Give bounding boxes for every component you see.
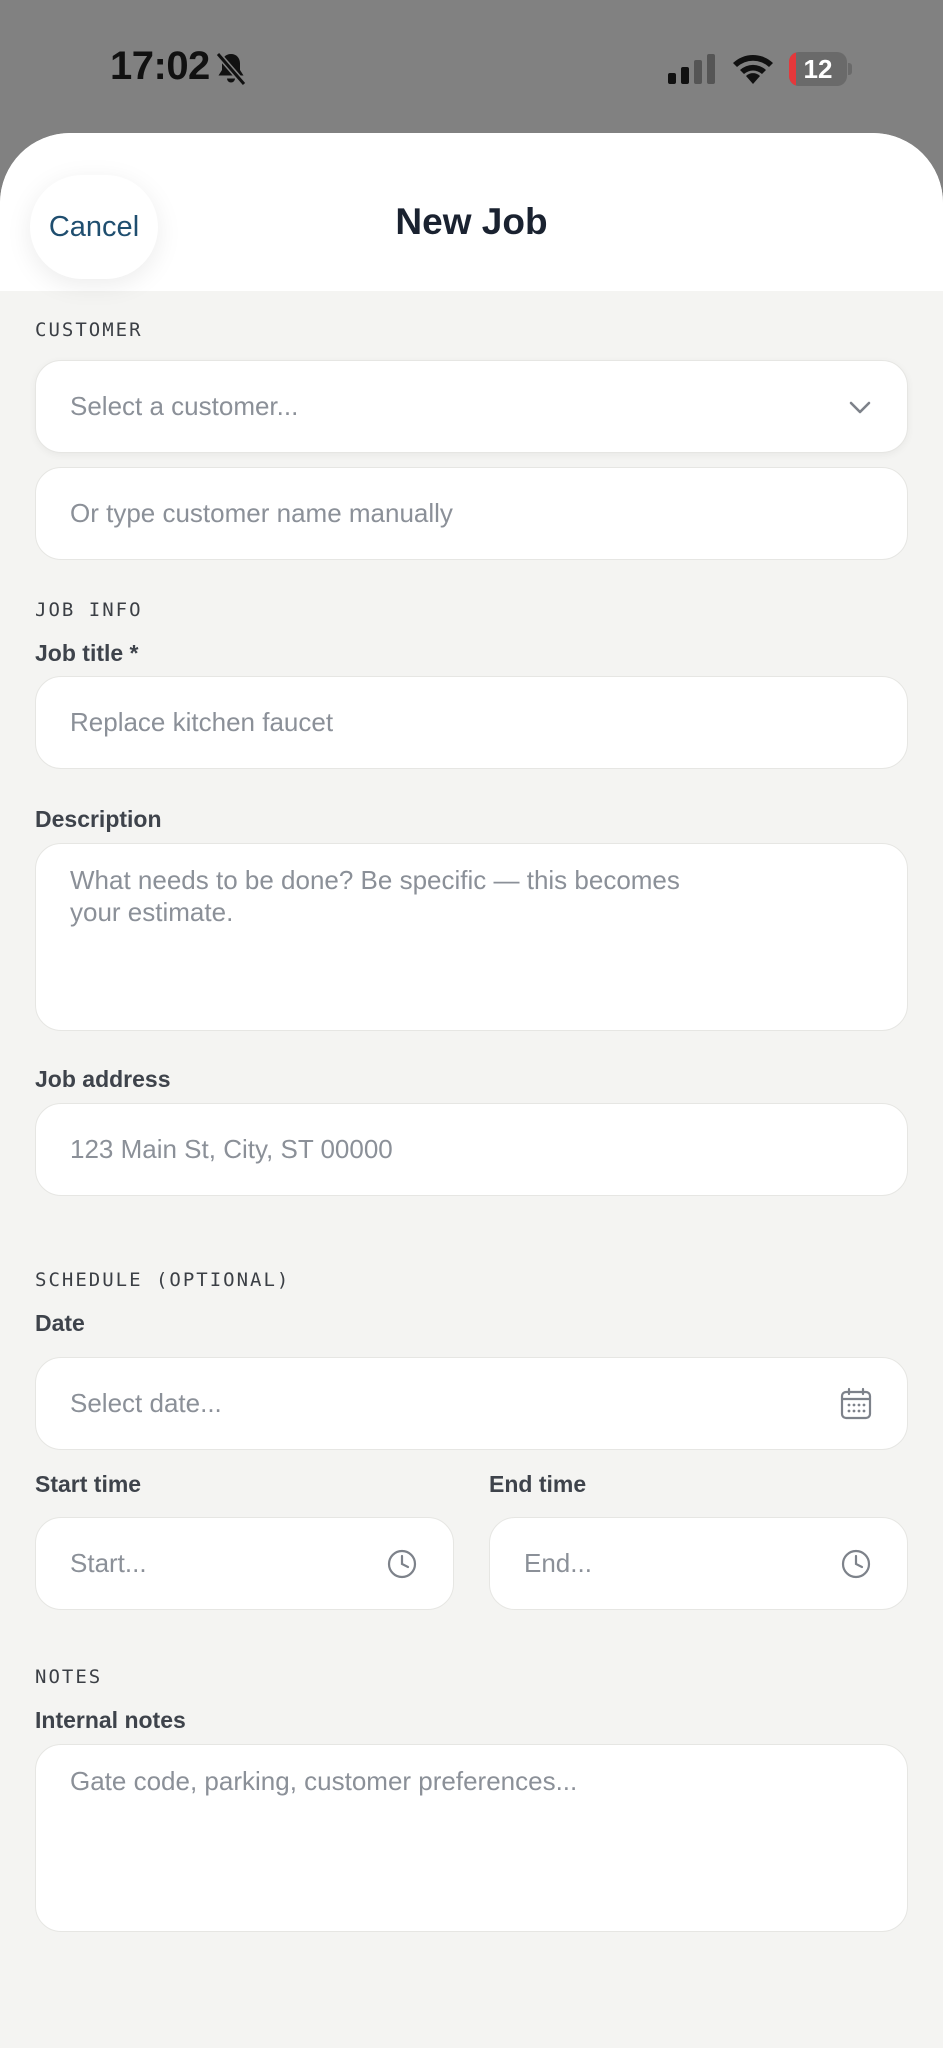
job-title-input[interactable]: Replace kitchen faucet	[35, 676, 908, 769]
job-address-label: Job address	[35, 1066, 171, 1092]
internal-notes-label: Internal notes	[35, 1707, 186, 1733]
job-title-placeholder: Replace kitchen faucet	[70, 707, 334, 737]
internal-notes-placeholder: Gate code, parking, customer preferences…	[70, 1766, 578, 1796]
internal-notes-textarea[interactable]: Gate code, parking, customer preferences…	[35, 1744, 908, 1932]
sheet-header: Cancel New Job	[0, 133, 943, 291]
calendar-icon	[840, 1387, 872, 1419]
status-time: 17:02	[110, 44, 210, 88]
customer-select[interactable]: Select a customer...	[35, 360, 908, 453]
clock-icon	[841, 1549, 871, 1578]
battery-level: 12	[803, 54, 833, 84]
status-bar: 17:02 12	[0, 0, 943, 133]
customer-name-placeholder: Or type customer name manually	[70, 498, 453, 528]
customer-name-input[interactable]: Or type customer name manually	[35, 467, 908, 560]
page-title: New Job	[395, 201, 548, 242]
date-label: Date	[35, 1310, 85, 1336]
date-placeholder: Select date...	[70, 1388, 222, 1418]
new-job-sheet: Cancel New Job CUSTOMER Select a custome…	[0, 133, 943, 2048]
customer-select-placeholder: Select a customer...	[70, 391, 299, 421]
battery-icon: 12	[789, 52, 852, 86]
end-time-label: End time	[489, 1471, 587, 1497]
cellular-signal-icon	[668, 54, 715, 84]
start-time-label: Start time	[35, 1471, 142, 1497]
section-label-schedule: SCHEDULE (OPTIONAL)	[35, 1269, 291, 1291]
chevron-down-icon	[849, 401, 871, 413]
job-address-input[interactable]: 123 Main St, City, ST 00000	[35, 1103, 908, 1196]
section-label-notes: NOTES	[35, 1666, 103, 1688]
description-label: Description	[35, 806, 162, 832]
wifi-icon	[733, 55, 773, 84]
job-address-placeholder: 123 Main St, City, ST 00000	[70, 1134, 393, 1164]
section-label-job-info: JOB INFO	[35, 599, 143, 621]
section-label-customer: CUSTOMER	[35, 319, 143, 341]
start-time-placeholder: Start...	[70, 1548, 147, 1578]
job-title-label: Job title *	[35, 640, 139, 666]
start-time-picker[interactable]: Start...	[35, 1517, 454, 1610]
description-textarea[interactable]: What needs to be done? Be specific — thi…	[35, 843, 908, 1031]
date-picker[interactable]: Select date...	[35, 1357, 908, 1450]
end-time-placeholder: End...	[524, 1548, 592, 1578]
end-time-picker[interactable]: End...	[489, 1517, 908, 1610]
clock-icon	[387, 1549, 417, 1578]
bell-slash-icon	[215, 52, 247, 86]
description-placeholder: What needs to be done? Be specific — thi…	[70, 865, 680, 927]
